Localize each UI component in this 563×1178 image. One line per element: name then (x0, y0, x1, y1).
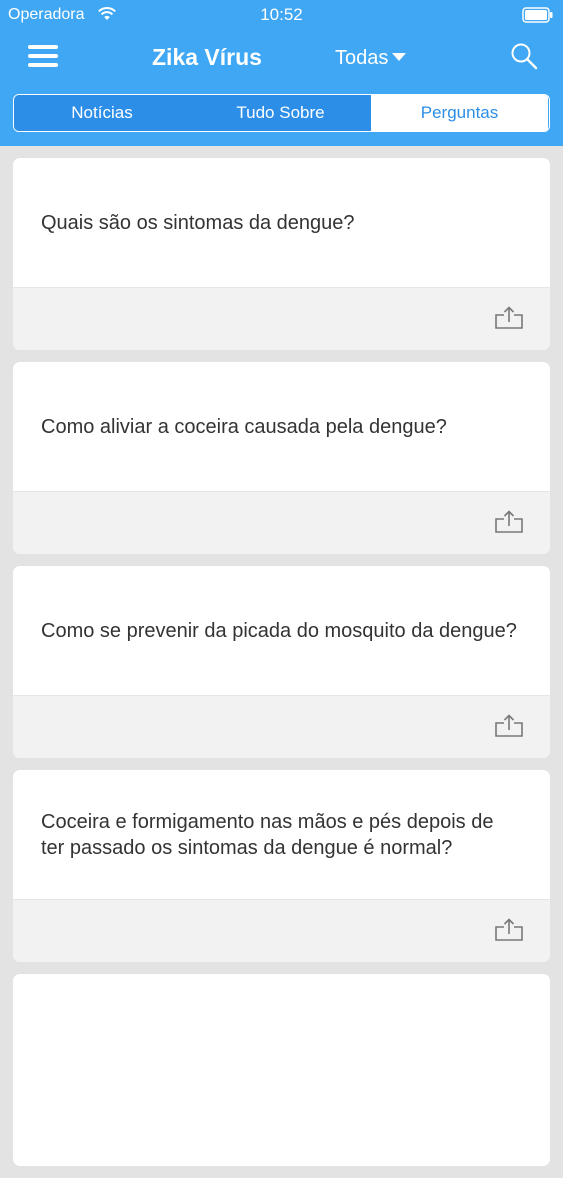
card-footer (13, 287, 550, 350)
question-card[interactable]: Como aliviar a coceira causada pela deng… (13, 362, 550, 554)
hamburger-icon[interactable] (26, 42, 62, 70)
caret-down-icon (392, 53, 407, 61)
share-icon[interactable] (494, 510, 524, 534)
battery-icon (522, 7, 553, 23)
share-icon[interactable] (494, 714, 524, 738)
app-header: Operadora 10:52 Zika Vírus Todas Notícia… (0, 0, 563, 146)
card-footer (13, 491, 550, 554)
app-title: Zika Vírus (152, 44, 262, 70)
question-text: Como aliviar a coceira causada pela deng… (41, 415, 447, 438)
question-card[interactable]: Quais são os sintomas da dengue? (13, 158, 550, 350)
tab-noticias[interactable]: Notícias (14, 95, 190, 131)
questions-list: Quais são os sintomas da dengue? Como al… (13, 158, 550, 1178)
card-footer (13, 899, 550, 962)
question-card[interactable]: Como se prevenir da picada do mosquito d… (13, 566, 550, 758)
status-time: 10:52 (260, 5, 303, 24)
status-bar: Operadora 10:52 (0, 0, 563, 30)
tab-perguntas[interactable]: Perguntas (371, 95, 548, 131)
share-icon[interactable] (494, 306, 524, 330)
question-text: Quais são os sintomas da dengue? (41, 211, 355, 234)
question-card[interactable] (13, 974, 550, 1166)
card-footer (13, 695, 550, 758)
filter-label: Todas (335, 47, 389, 69)
tab-bar: Notícias Tudo Sobre Perguntas (13, 94, 550, 132)
search-icon[interactable] (510, 42, 538, 70)
nav-bar: Zika Vírus Todas (0, 30, 563, 86)
question-text: Coceira e formigamento nas mãos e pés de… (41, 810, 494, 859)
question-text: Como se prevenir da picada do mosquito d… (41, 619, 517, 642)
share-icon[interactable] (494, 918, 524, 942)
question-card[interactable]: Coceira e formigamento nas mãos e pés de… (13, 770, 550, 962)
filter-dropdown[interactable]: Todas (335, 47, 407, 70)
tab-tudo-sobre[interactable]: Tudo Sobre (190, 95, 371, 131)
